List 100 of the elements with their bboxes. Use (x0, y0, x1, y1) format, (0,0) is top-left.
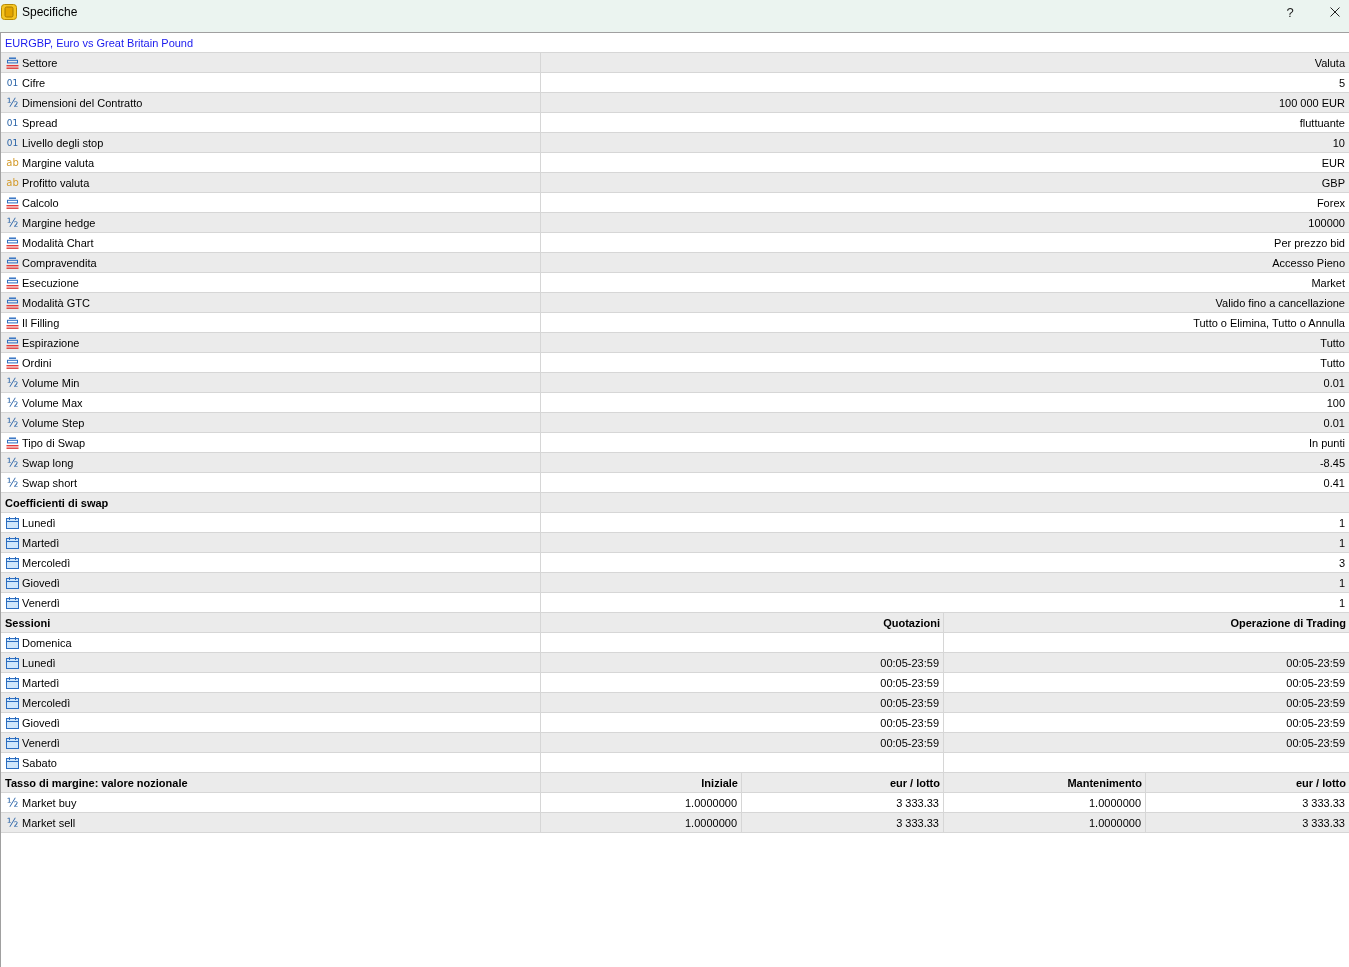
row-label: Dimensioni del Contratto (22, 96, 143, 109)
row-label: Venerdì (22, 596, 60, 609)
fraction-icon: ½ (6, 816, 19, 829)
value-cell-text: 1 (1337, 515, 1346, 531)
text-icon: ab (6, 176, 19, 189)
row-label: Margine hedge (22, 216, 96, 229)
calendar-icon (6, 656, 19, 669)
value-cell-text: Forex (1315, 195, 1346, 211)
value-cell-text: GBP (1320, 175, 1346, 191)
number-icon: 01 (6, 136, 19, 149)
list-icon (6, 196, 19, 209)
row-label: Spread (22, 116, 58, 129)
value-cell-text: 00:05-23:59 (1285, 655, 1346, 671)
column-header: Operazione di Trading (1229, 615, 1347, 631)
tile-icon (1, 4, 17, 20)
column-header: eur / lotto (742, 773, 944, 792)
list-icon (6, 436, 19, 449)
list-icon (6, 276, 19, 289)
value-cell: 1.0000000 (944, 813, 1146, 832)
value-cell-text: Tutto (1319, 355, 1346, 371)
value-cell-text: Accesso Pieno (1271, 255, 1346, 271)
row-label: Giovedì (22, 716, 60, 729)
value-cell: 00:05-23:59 (541, 713, 944, 732)
number-icon: 01 (6, 76, 19, 89)
fraction-icon: ½ (6, 96, 19, 109)
list-icon (6, 356, 19, 369)
row-label: Lunedì (22, 656, 56, 669)
section-header: Tasso di margine: valore nozionale (1, 773, 541, 792)
column-header: Iniziale (541, 773, 742, 792)
calendar-icon (6, 596, 19, 609)
value-cell: 00:05-23:59 (541, 673, 944, 692)
row-label: Venerdì (22, 736, 60, 749)
row-label: Livello degli stop (22, 136, 104, 149)
list-icon (6, 256, 19, 269)
calendar-icon (6, 636, 19, 649)
calendar-icon (6, 736, 19, 749)
value-cell-text: 0.01 (1322, 375, 1346, 391)
row-label: Swap long (22, 456, 74, 469)
row-label: Market buy (22, 796, 77, 809)
value-cell-text: Valuta (1313, 55, 1346, 71)
value-cell-text: 1 (1337, 575, 1346, 591)
value-cell-text: 0.01 (1322, 415, 1346, 431)
window-title: Specifiche (22, 5, 78, 19)
fraction-icon: ½ (6, 416, 19, 429)
calendar-icon (6, 576, 19, 589)
section-header: Coefficienti di swap (1, 493, 541, 512)
fraction-icon: ½ (6, 216, 19, 229)
row-label: Volume Max (22, 396, 83, 409)
value-cell-text: Tutto (1319, 335, 1346, 351)
symbol-title: EURGBP, Euro vs Great Britain Pound (4, 35, 195, 51)
row-label: Mercoledì (22, 696, 71, 709)
value-cell: 1.0000000 (541, 793, 742, 812)
close-icon (1330, 7, 1340, 17)
value-cell-text: 3 (1337, 555, 1346, 571)
row-label: Esecuzione (22, 276, 79, 289)
value-cell-text: 1 (1337, 595, 1346, 611)
row-label: Calcolo (22, 196, 59, 209)
row-label: Espirazione (22, 336, 80, 349)
value-cell: 00:05-23:59 (541, 653, 944, 672)
column-header: Mantenimento (944, 773, 1146, 792)
list-icon (6, 56, 19, 69)
value-cell: 3 333.33 (742, 813, 944, 832)
calendar-icon (6, 756, 19, 769)
row-label: Modalità Chart (22, 236, 94, 249)
list-icon (6, 316, 19, 329)
column-header: Quotazioni (541, 613, 944, 632)
fraction-icon: ½ (6, 396, 19, 409)
row-label: Modalità GTC (22, 296, 90, 309)
row-label: Il Filling (22, 316, 60, 329)
value-cell-text: 0.41 (1322, 475, 1346, 491)
value-cell: 00:05-23:59 (541, 693, 944, 712)
row-label: Sabato (22, 756, 57, 769)
value-cell-text: 1 (1337, 535, 1346, 551)
row-label: Volume Min (22, 376, 80, 389)
text-icon: ab (6, 156, 19, 169)
calendar-icon (6, 676, 19, 689)
row-label: Martedì (22, 536, 60, 549)
column-header: eur / lotto (1294, 775, 1347, 791)
value-cell-text: fluttuante (1298, 115, 1346, 131)
help-button[interactable]: ? (1268, 0, 1312, 24)
value-cell-text: Market (1310, 275, 1346, 291)
value-cell-text: 00:05-23:59 (1285, 715, 1346, 731)
fraction-icon: ½ (6, 796, 19, 809)
row-label: Margine valuta (22, 156, 95, 169)
value-cell-text: In punti (1307, 435, 1346, 451)
row-label: Market sell (22, 816, 76, 829)
row-label: Compravendita (22, 256, 97, 269)
value-cell-text: 5 (1337, 75, 1346, 91)
row-label: Ordini (22, 356, 52, 369)
value-cell: 3 333.33 (742, 793, 944, 812)
row-label: Volume Step (22, 416, 85, 429)
fraction-icon: ½ (6, 476, 19, 489)
row-label: Martedì (22, 676, 60, 689)
calendar-icon (6, 516, 19, 529)
value-cell: 1.0000000 (944, 793, 1146, 812)
fraction-icon: ½ (6, 376, 19, 389)
row-label: Mercoledì (22, 556, 71, 569)
value-cell-text: 3 333.33 (1301, 815, 1346, 831)
calendar-icon (6, 536, 19, 549)
fraction-icon: ½ (6, 456, 19, 469)
